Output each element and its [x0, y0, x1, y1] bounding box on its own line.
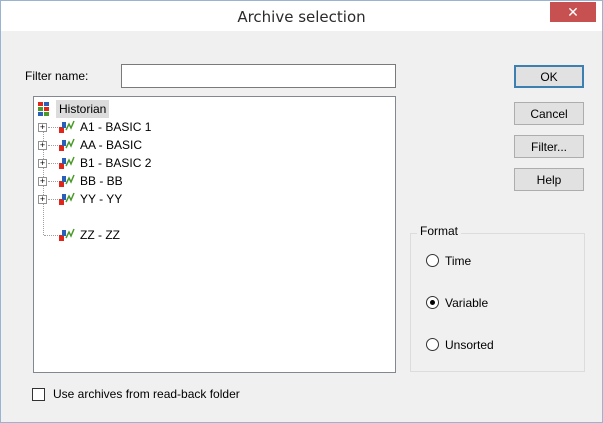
tree-item-label: YY - YY	[80, 192, 123, 206]
ok-button[interactable]: OK	[514, 65, 584, 88]
expand-icon[interactable]: +	[38, 141, 47, 150]
radio-variable-label: Variable	[445, 296, 489, 310]
tree-item-bb-bb[interactable]: + BB - BB	[38, 172, 238, 190]
archive-selection-dialog: Archive selection ✕ Filter name: Histori…	[0, 0, 603, 423]
filter-name-input[interactable]	[121, 64, 396, 88]
tree-root-label: Historian	[56, 100, 110, 118]
cancel-button[interactable]: Cancel	[514, 102, 584, 125]
tree-item-aa-basic[interactable]: + AA - BASIC	[38, 136, 238, 154]
expand-icon[interactable]: +	[38, 195, 47, 204]
archive-icon	[59, 228, 75, 241]
dialog-title: Archive selection	[237, 8, 366, 26]
radio-unsorted-label: Unsorted	[445, 338, 494, 352]
historian-icon	[38, 102, 49, 116]
radio-time-label: Time	[445, 254, 472, 268]
radio-time[interactable]: Time	[426, 253, 506, 269]
tree-item-label: ZZ - ZZ	[80, 228, 120, 242]
help-button[interactable]: Help	[514, 168, 584, 191]
archive-icon	[59, 174, 75, 187]
radio-unsorted-indicator[interactable]	[426, 338, 439, 351]
radio-variable[interactable]: Variable	[426, 295, 516, 311]
archive-icon	[59, 156, 75, 169]
radio-time-indicator[interactable]	[426, 254, 439, 267]
archive-icon	[59, 138, 75, 151]
tree-item-label: AA - BASIC	[80, 138, 143, 152]
filter-button[interactable]: Filter...	[514, 135, 584, 158]
radio-variable-indicator[interactable]	[426, 296, 439, 309]
title-bar[interactable]: Archive selection ✕	[1, 1, 602, 31]
format-group-title: Format	[417, 224, 462, 238]
readback-checkbox[interactable]	[32, 388, 45, 401]
radio-unsorted[interactable]: Unsorted	[426, 337, 516, 353]
tree-item-label: A1 - BASIC 1	[80, 120, 152, 134]
expand-icon[interactable]: +	[38, 159, 47, 168]
close-icon: ✕	[567, 4, 579, 20]
tree-item-a1-basic-1[interactable]: + A1 - BASIC 1	[38, 118, 238, 136]
tree-item-zz-zz[interactable]: ZZ - ZZ	[38, 226, 238, 244]
tree-item-yy-yy[interactable]: + YY - YY	[38, 190, 238, 208]
tree-item-label: BB - BB	[80, 174, 123, 188]
archive-icon	[59, 192, 75, 205]
readback-checkbox-label[interactable]: Use archives from read-back folder	[53, 387, 240, 401]
expand-icon[interactable]: +	[38, 177, 47, 186]
archive-tree[interactable]: Historian + A1 - BASIC 1 + AA - BASIC +	[33, 96, 396, 373]
filter-name-label: Filter name:	[25, 69, 89, 83]
expand-icon[interactable]: +	[38, 123, 47, 132]
tree-item-b1-basic-2[interactable]: + B1 - BASIC 2	[38, 154, 238, 172]
tree-item-label: B1 - BASIC 2	[80, 156, 152, 170]
archive-icon	[59, 120, 75, 133]
close-button[interactable]: ✕	[550, 2, 596, 22]
